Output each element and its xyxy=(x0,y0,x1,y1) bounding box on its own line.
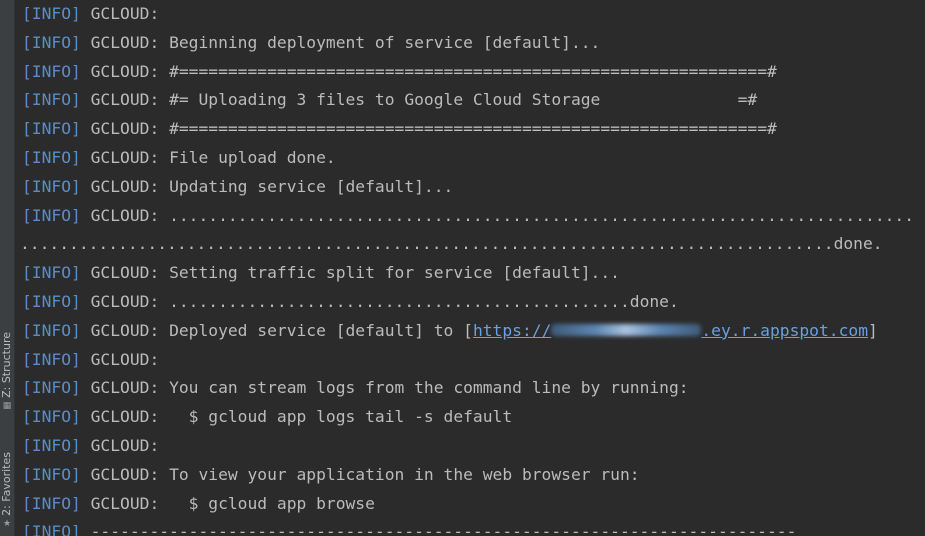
log-source-prefix: GCLOUD: xyxy=(80,263,170,283)
deployed-service-url-link[interactable]: https:// .ey.r.appspot.com xyxy=(473,321,868,340)
log-source-prefix: GCLOUD: xyxy=(80,119,170,139)
structure-tab[interactable]: Z: Structure ▦ xyxy=(0,332,14,411)
log-level-tag: [INFO] xyxy=(22,464,81,484)
log-source-prefix: GCLOUD: xyxy=(80,176,170,196)
log-source-prefix: GCLOUD: xyxy=(80,435,160,455)
favorites-star-icon: ★ xyxy=(2,518,12,529)
console-line: [INFO] GCLOUD: .........................… xyxy=(22,204,925,233)
console-line: [INFO] GCLOUD: Beginning deployment of s… xyxy=(22,31,925,60)
log-message: You can stream logs from the command lin… xyxy=(169,378,689,398)
separator-line: ----------------------------------------… xyxy=(80,522,797,536)
log-level-tag: [INFO] xyxy=(22,263,81,283)
log-source-prefix: GCLOUD: xyxy=(80,320,170,340)
structure-tab-label: Z: Structure xyxy=(0,332,13,398)
console-line: [INFO] GCLOUD: Setting traffic split for… xyxy=(22,261,925,290)
console-line: [INFO] GCLOUD: #========================… xyxy=(22,117,925,146)
log-message: $ gcloud app logs tail -s default xyxy=(169,407,513,427)
closing-bracket: ] xyxy=(868,320,878,340)
log-source-prefix: GCLOUD: xyxy=(80,90,170,110)
console-line: [INFO] GCLOUD: #========================… xyxy=(22,60,925,89)
log-source-prefix: GCLOUD: xyxy=(80,493,170,513)
log-level-tag: [INFO] xyxy=(22,378,81,398)
favorites-tab-label: 2: Favorites xyxy=(0,452,13,516)
log-level-tag: [INFO] xyxy=(22,435,81,455)
run-console-output[interactable]: [INFO] GCLOUD: [INFO] GCLOUD: Beginning d… xyxy=(20,2,925,536)
log-source-prefix: GCLOUD: xyxy=(80,147,170,167)
log-level-tag: [INFO] xyxy=(22,4,81,23)
log-level-tag: [INFO] xyxy=(22,147,81,167)
log-message: Beginning deployment of service [default… xyxy=(169,32,601,52)
log-message: To view your application in the web brow… xyxy=(169,464,640,484)
log-level-tag: [INFO] xyxy=(22,32,81,52)
log-source-prefix: GCLOUD: xyxy=(80,349,160,369)
console-line: [INFO] GCLOUD: .........................… xyxy=(22,290,925,319)
log-source-prefix: GCLOUD: xyxy=(80,32,170,52)
console-line: [INFO] GCLOUD: #= Uploading 3 files to G… xyxy=(22,88,925,117)
console-line: [INFO] GCLOUD: xyxy=(22,348,925,377)
console-line: [INFO] GCLOUD: xyxy=(22,434,925,463)
log-source-prefix: GCLOUD: xyxy=(80,464,170,484)
left-tool-strip: Z: Structure ▦ 2: Favorites ★ xyxy=(0,0,15,536)
console-line: [INFO] GCLOUD: You can stream logs from … xyxy=(22,376,925,405)
ide-window: Z: Structure ▦ 2: Favorites ★ [INFO] GCL… xyxy=(0,0,925,536)
log-level-tag: [INFO] xyxy=(22,205,81,225)
log-level-tag: [INFO] xyxy=(22,407,81,427)
log-level-tag: [INFO] xyxy=(22,119,81,139)
log-message: ........................................… xyxy=(169,205,915,225)
log-level-tag: [INFO] xyxy=(22,493,81,513)
log-message: $ gcloud app browse xyxy=(169,493,375,513)
redacted-url-segment xyxy=(551,323,702,336)
console-line: [INFO] GCLOUD: $ gcloud app logs tail -s… xyxy=(22,405,925,434)
console-line: [INFO] ---------------------------------… xyxy=(22,520,925,536)
log-level-tag: [INFO] xyxy=(22,349,81,369)
console-line: [INFO] GCLOUD: $ gcloud app browse xyxy=(22,492,925,521)
log-message: #=======================================… xyxy=(169,119,777,139)
log-source-prefix: GCLOUD: xyxy=(80,205,170,225)
log-source-prefix: GCLOUD: xyxy=(80,291,170,311)
log-message: Updating service [default]... xyxy=(169,176,454,196)
console-line: [INFO] GCLOUD: Deployed service [default… xyxy=(22,319,925,348)
log-level-tag: [INFO] xyxy=(22,522,81,536)
log-level-tag: [INFO] xyxy=(22,176,81,196)
console-line: [INFO] GCLOUD: xyxy=(22,2,925,31)
log-message: Setting traffic split for service [defau… xyxy=(169,263,620,283)
console-line: [INFO] GCLOUD: File upload done. xyxy=(22,146,925,175)
log-message: Deployed service [default] to [ xyxy=(169,320,473,340)
log-message: #=======================================… xyxy=(169,61,777,81)
favorites-tab[interactable]: 2: Favorites ★ xyxy=(0,452,14,529)
console-line: [INFO] GCLOUD: To view your application … xyxy=(22,463,925,492)
structure-icon: ▦ xyxy=(2,400,12,411)
log-level-tag: [INFO] xyxy=(22,61,81,81)
url-domain: .ey.r.appspot.com xyxy=(701,320,868,340)
log-source-prefix: GCLOUD: xyxy=(80,4,160,23)
log-level-tag: [INFO] xyxy=(22,90,81,110)
log-level-tag: [INFO] xyxy=(22,291,81,311)
log-source-prefix: GCLOUD: xyxy=(80,378,170,398)
log-message: File upload done. xyxy=(169,147,336,167)
log-source-prefix: GCLOUD: xyxy=(80,61,170,81)
log-message: ........................................… xyxy=(20,234,883,254)
log-message: ........................................… xyxy=(169,291,679,311)
console-line: [INFO] GCLOUD: Updating service [default… xyxy=(22,175,925,204)
url-scheme: https:// xyxy=(472,320,552,340)
console-line: ........................................… xyxy=(20,232,925,261)
log-source-prefix: GCLOUD: xyxy=(80,407,170,427)
log-level-tag: [INFO] xyxy=(22,320,81,340)
log-message: #= Uploading 3 files to Google Cloud Sto… xyxy=(169,90,758,110)
